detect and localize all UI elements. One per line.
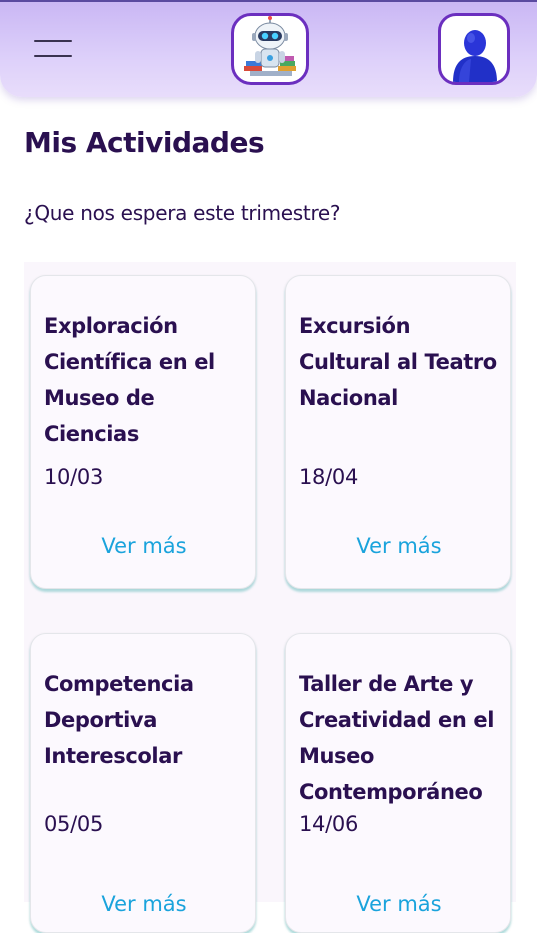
activity-title: Competencia Deportiva Interescolar <box>44 672 194 768</box>
hamburger-menu-icon[interactable] <box>34 40 74 60</box>
activity-title: Exploración Científica en el Museo de Ci… <box>44 314 215 446</box>
avatar-image <box>453 30 497 82</box>
ver-mas-link[interactable]: Ver más <box>31 892 257 916</box>
activity-title: Excursión Cultural al Teatro Nacional <box>299 314 497 410</box>
user-avatar-icon[interactable] <box>438 13 510 85</box>
menu-line <box>34 55 72 57</box>
activity-card: Exploración Científica en el Museo de Ci… <box>30 275 256 589</box>
header-top-border <box>0 0 537 2</box>
page-subtitle: ¿Que nos espera este trimestre? <box>24 201 341 225</box>
activity-date: 18/04 <box>299 465 359 489</box>
activity-title: Taller de Arte y Creatividad en el Museo… <box>299 672 494 804</box>
activity-card: Taller de Arte y Creatividad en el Museo… <box>285 633 511 933</box>
ver-mas-link[interactable]: Ver más <box>31 534 257 558</box>
activity-date: 14/06 <box>299 812 359 836</box>
activity-card: Competencia Deportiva Interescolar 05/05… <box>30 633 256 933</box>
app-header <box>0 0 537 97</box>
ver-mas-link[interactable]: Ver más <box>286 892 512 916</box>
activity-date: 05/05 <box>44 812 104 836</box>
ver-mas-link[interactable]: Ver más <box>286 534 512 558</box>
activity-date: 10/03 <box>44 465 104 489</box>
page-title: Mis Actividades <box>24 126 265 159</box>
robot-mascot-image <box>244 16 296 76</box>
activities-grid: Exploración Científica en el Museo de Ci… <box>24 262 516 933</box>
activity-card: Excursión Cultural al Teatro Nacional 18… <box>285 275 511 589</box>
robot-mascot-logo-icon[interactable] <box>231 13 309 85</box>
menu-line <box>34 40 72 42</box>
